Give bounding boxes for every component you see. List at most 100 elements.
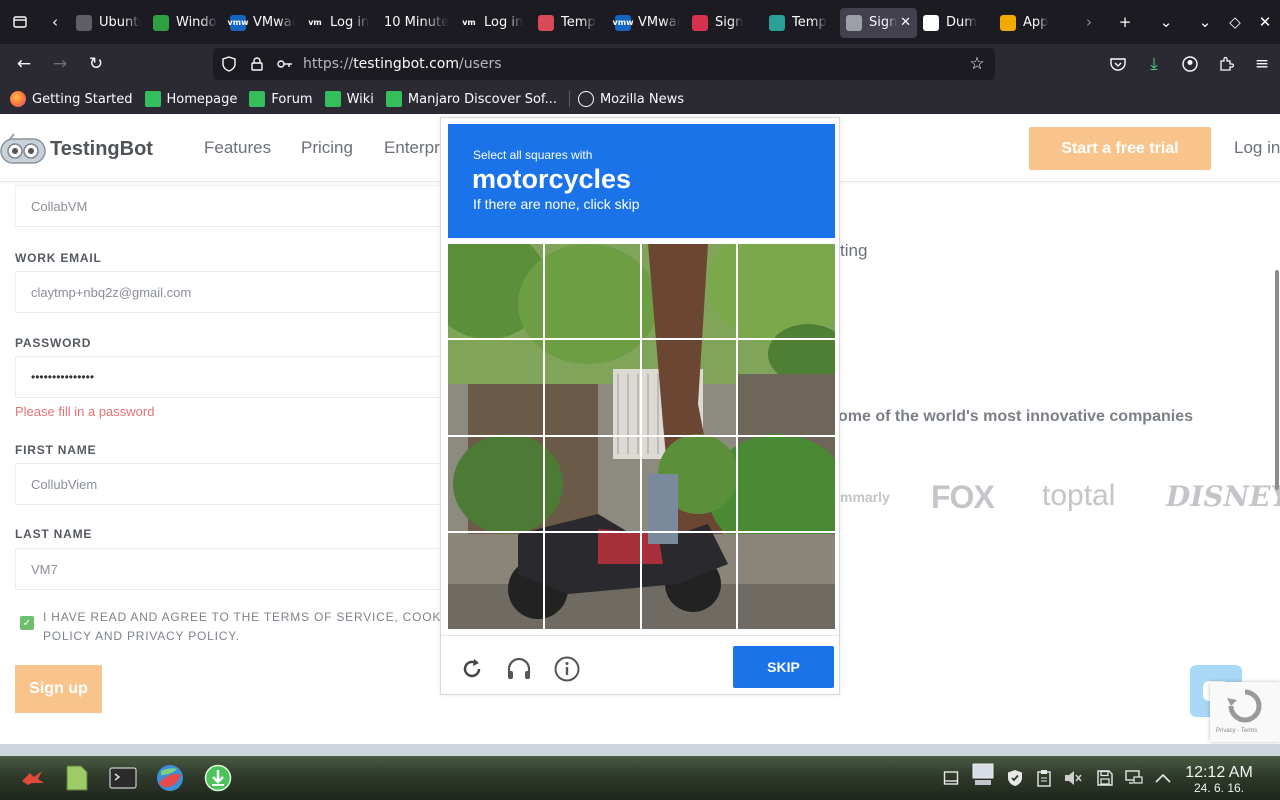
bookmarks-toolbar: Getting Started Homepage Forum Wiki Manj… [0, 84, 1280, 114]
captcha-tile[interactable] [544, 436, 642, 533]
email-label: WORK EMAIL [15, 251, 102, 265]
close-window-icon[interactable]: ✕ [1250, 0, 1280, 44]
page-scrollbar[interactable] [1275, 270, 1279, 490]
account-icon[interactable] [1172, 48, 1208, 80]
captcha-tile[interactable] [448, 244, 545, 341]
save-disk-icon[interactable] [1095, 768, 1115, 788]
security-shield-icon[interactable] [1005, 768, 1025, 788]
recaptcha-badge[interactable]: Privacy - Terms [1210, 682, 1280, 742]
bookmark-separator [568, 91, 570, 107]
volume-muted-icon[interactable] [1063, 768, 1083, 788]
bookmark-star-icon[interactable]: ☆ [963, 54, 991, 74]
browser-tab[interactable]: Ubuntu [70, 8, 147, 38]
bookmark-forum[interactable]: Forum [249, 91, 313, 107]
captcha-tile[interactable] [544, 244, 642, 341]
browser-tab[interactable]: vm Log in [301, 8, 378, 38]
company-field[interactable]: CollabVM [15, 185, 445, 227]
app-launcher-icon[interactable] [18, 763, 48, 793]
captcha-tile[interactable] [738, 533, 835, 629]
captcha-tile[interactable] [545, 532, 642, 629]
new-tab-icon[interactable]: + [1107, 0, 1143, 44]
browser-tab[interactable]: App [994, 8, 1071, 38]
browser-icon[interactable] [155, 763, 185, 793]
minimize-icon[interactable]: ⌄ [1190, 0, 1220, 44]
bookmark-homepage[interactable]: Homepage [144, 91, 237, 107]
signup-button[interactable]: Sign up [15, 665, 102, 713]
network-icon[interactable] [1124, 768, 1144, 788]
close-tab-icon[interactable]: ✕ [900, 15, 911, 30]
browser-tab[interactable]: Sign [686, 8, 763, 38]
login-link[interactable]: Log in [1234, 138, 1280, 158]
taskbar: 12:12 AM 24. 6. 16. [0, 756, 1280, 800]
maximize-icon[interactable]: ◇ [1220, 0, 1250, 44]
bookmark-mozilla-news[interactable]: Mozilla News [577, 91, 684, 107]
captcha-tile[interactable] [641, 340, 739, 437]
scroll-tabs-right-icon[interactable]: › [1071, 0, 1107, 44]
lock-icon[interactable] [243, 57, 271, 71]
skip-button[interactable]: SKIP [733, 646, 834, 688]
captcha-tile[interactable] [738, 437, 835, 533]
url-bar[interactable]: https://testingbot.com/users ☆ [213, 48, 995, 80]
extensions-icon[interactable] [1208, 48, 1244, 80]
captcha-tile[interactable] [641, 244, 739, 341]
manjaro-icon [324, 91, 341, 107]
browser-tab[interactable]: vm Log in [455, 8, 532, 38]
info-icon[interactable] [552, 654, 582, 684]
terminal-icon[interactable] [108, 763, 138, 793]
audio-challenge-icon[interactable] [504, 654, 534, 684]
forward-icon[interactable]: → [42, 48, 78, 80]
screen-thumbnail-icon[interactable] [971, 762, 995, 788]
show-desktop-icon[interactable] [941, 768, 961, 788]
browser-tab[interactable]: Dum [917, 8, 994, 38]
browser-tab[interactable]: Sign ✕ [840, 7, 917, 38]
captcha-tile[interactable] [642, 532, 739, 629]
shield-icon[interactable] [215, 56, 243, 72]
terms-checkbox[interactable]: ✓ [20, 616, 34, 630]
browser-tab[interactable]: 10 Minute [378, 8, 455, 38]
testingbot-logo[interactable]: TestingBot [0, 132, 153, 166]
email-field[interactable]: claytmp+nbq2z@gmail.com [15, 271, 445, 313]
captcha-tile[interactable] [448, 340, 545, 437]
nav-pricing[interactable]: Pricing [301, 138, 353, 158]
file-manager-icon[interactable] [62, 763, 92, 793]
first-name-field[interactable]: CollubViem [15, 463, 445, 505]
tray-expand-icon[interactable] [1153, 768, 1173, 788]
nav-features[interactable]: Features [204, 138, 271, 158]
tab-favicon-icon [846, 14, 862, 31]
browser-tab[interactable]: Windows [147, 8, 224, 38]
captcha-tile[interactable] [738, 244, 835, 341]
tab-favicon-icon [538, 14, 554, 31]
last-name-field[interactable]: VM7 [15, 548, 445, 590]
pocket-icon[interactable] [1100, 48, 1136, 80]
bookmark-getting-started[interactable]: Getting Started [10, 91, 133, 107]
captcha-header: Select all squares with motorcycles If t… [448, 124, 835, 238]
nav-enterprise[interactable]: Enterpr [384, 138, 440, 158]
browser-tab[interactable]: vmw VMware [609, 8, 686, 38]
bookmark-wiki[interactable]: Wiki [324, 91, 374, 107]
clipboard-icon[interactable] [1034, 768, 1054, 788]
bookmark-manjaro-discover[interactable]: Manjaro Discover Sof... [385, 91, 557, 107]
clock[interactable]: 12:12 AM 24. 6. 16. [1178, 764, 1260, 795]
downloads-icon[interactable]: ⤓ [1136, 48, 1172, 80]
captcha-tile[interactable] [641, 436, 739, 533]
scroll-tabs-left-icon[interactable]: ‹ [40, 0, 70, 44]
browser-tab[interactable]: vmw VMware [224, 8, 301, 38]
browser-tab[interactable]: Temp [763, 8, 840, 38]
menu-icon[interactable]: ≡ [1244, 48, 1280, 80]
captcha-tile[interactable] [544, 340, 642, 437]
list-all-tabs-icon[interactable]: ⌄ [1143, 0, 1189, 44]
last-name-label: LAST NAME [15, 527, 93, 541]
reload-icon[interactable]: ↻ [78, 48, 114, 80]
captcha-tile[interactable] [738, 340, 835, 437]
back-icon[interactable]: ← [6, 48, 42, 80]
captcha-tile[interactable] [448, 436, 545, 533]
tab-overview-icon[interactable] [0, 0, 40, 44]
update-manager-icon[interactable] [203, 763, 233, 793]
browser-tab[interactable]: Temp [532, 8, 609, 38]
captcha-tile[interactable] [448, 532, 545, 629]
manjaro-icon [144, 91, 161, 107]
reload-challenge-icon[interactable] [457, 654, 487, 684]
password-field[interactable]: ••••••••••••••• [15, 356, 445, 398]
permissions-key-icon[interactable] [271, 59, 299, 69]
start-free-trial-button[interactable]: Start a free trial [1029, 127, 1211, 170]
